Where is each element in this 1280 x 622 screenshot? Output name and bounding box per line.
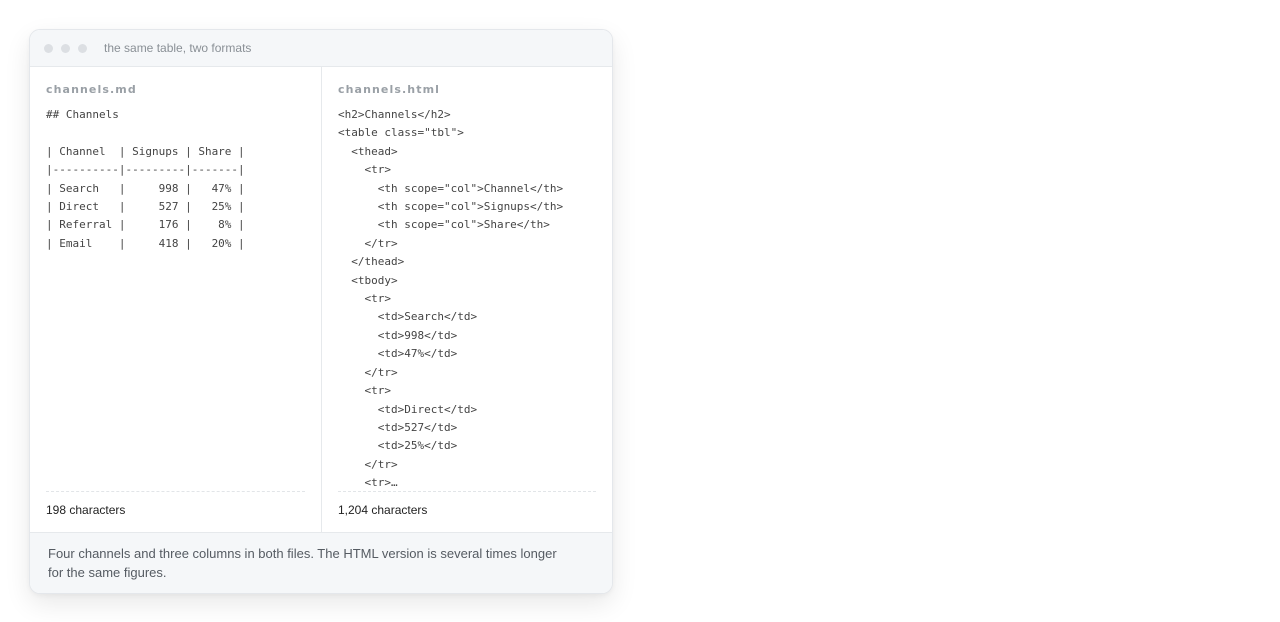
window-title: the same table, two formats: [104, 41, 252, 55]
html-code: <h2>Channels</h2> <table class="tbl"> <t…: [338, 108, 564, 486]
markdown-char-count: 198 characters: [46, 491, 305, 517]
markdown-filename: channels.md: [46, 83, 137, 96]
window-minimize-dot[interactable]: [61, 43, 70, 53]
code-panes: channels.md ## Channels | Channel | Sign…: [30, 67, 612, 532]
window-close-dot[interactable]: [44, 43, 53, 53]
html-char-count: 1,204 characters: [338, 491, 596, 517]
window-zoom-dot[interactable]: [78, 43, 87, 53]
html-pane: channels.html <h2>Channels</h2> <table c…: [321, 67, 612, 532]
html-filename: channels.html: [338, 83, 441, 96]
title-bar: the same table, two formats: [30, 30, 612, 67]
markdown-pane: channels.md ## Channels | Channel | Sign…: [30, 67, 321, 532]
caption: Four channels and three columns in both …: [30, 532, 612, 593]
comparison-window: the same table, two formats channels.md …: [29, 29, 613, 594]
markdown-code: ## Channels | Channel | Signups | Share …: [46, 108, 245, 250]
